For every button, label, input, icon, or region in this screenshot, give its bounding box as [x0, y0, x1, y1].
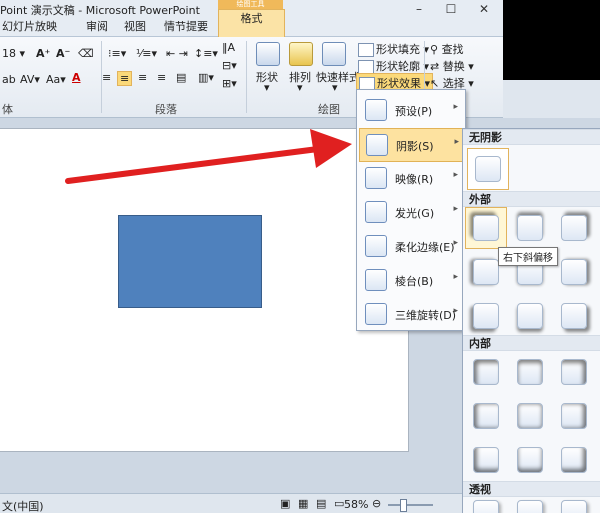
outer-shadow-option[interactable] — [473, 215, 499, 241]
outer-shadow-option[interactable] — [561, 303, 587, 329]
effect-preview-icon — [365, 201, 387, 223]
effects-menu-item-label: 柔化边缘(E) — [395, 241, 455, 254]
outer-shadow-option[interactable] — [473, 259, 499, 285]
inner-shadow-option[interactable] — [561, 359, 587, 385]
effects-menu-item-preset[interactable]: 预设(P) ▸ — [359, 94, 463, 126]
sorter-view-icon[interactable]: ▦ — [298, 497, 308, 510]
reading-view-icon[interactable]: ▤ — [316, 497, 326, 510]
effect-preview-icon — [365, 167, 387, 189]
effect-preview-icon — [365, 99, 387, 121]
chevron-right-icon: ▸ — [453, 170, 458, 180]
shadow-gallery: 无阴影 外部 内部 透视 — [462, 128, 600, 513]
gallery-heading: 透视 — [463, 481, 600, 497]
outer-shadow-option[interactable] — [517, 303, 543, 329]
outer-shadow-option[interactable] — [561, 215, 587, 241]
inner-shadow-option[interactable] — [473, 447, 499, 473]
outer-shadow-option[interactable] — [561, 259, 587, 285]
perspective-shadow-option[interactable] — [517, 500, 543, 513]
effects-menu-item-label: 三维旋转(D) — [395, 309, 457, 322]
zoom-level[interactable]: 58% — [344, 498, 368, 511]
gallery-heading: 无阴影 — [463, 129, 600, 145]
effects-menu-item-glow[interactable]: 发光(G) ▸ — [359, 196, 463, 228]
effects-menu-item-label: 映像(R) — [395, 173, 434, 186]
chevron-right-icon: ▸ — [453, 102, 458, 112]
shadow-tooltip: 右下斜偏移 — [498, 247, 558, 266]
outer-shadow-option[interactable] — [517, 215, 543, 241]
chevron-right-icon: ▸ — [453, 272, 458, 282]
effect-preview-icon — [365, 235, 387, 257]
effects-menu-item-label: 预设(P) — [395, 105, 433, 118]
shape-effects-menu: 预设(P) ▸ 阴影(S) ▸ 映像(R) ▸ 发光(G) ▸ 柔化边缘(E) ▸ 棱台(B) ▸ 三维… — [356, 89, 466, 331]
powerpoint-window: Point 演示文稿 - Microsoft PowerPoint – ☐ ✕ … — [0, 0, 600, 513]
zoom-slider-thumb[interactable] — [400, 499, 407, 512]
gallery-heading: 内部 — [463, 335, 600, 351]
inner-shadow-option[interactable] — [517, 403, 543, 429]
effects-menu-item-reflection[interactable]: 映像(R) ▸ — [359, 162, 463, 194]
inner-shadow-option[interactable] — [517, 447, 543, 473]
chevron-right-icon: ▸ — [453, 306, 458, 316]
effects-menu-item-shadow[interactable]: 阴影(S) ▸ — [359, 128, 465, 162]
chevron-right-icon: ▸ — [454, 137, 459, 147]
zoom-out-icon[interactable]: ⊖ — [372, 497, 381, 510]
effects-menu-item-3d-rotation[interactable]: 三维旋转(D) ▸ — [359, 298, 463, 330]
effects-menu-item-label: 发光(G) — [395, 207, 435, 220]
normal-view-icon[interactable]: ▣ — [280, 497, 290, 510]
inner-shadow-option[interactable] — [561, 447, 587, 473]
inner-shadow-option[interactable] — [517, 359, 543, 385]
perspective-shadow-option[interactable] — [473, 500, 499, 513]
slideshow-view-icon[interactable]: ▭ — [334, 497, 344, 510]
effect-preview-icon — [366, 134, 388, 156]
effects-menu-item-label: 棱台(B) — [395, 275, 434, 288]
perspective-shadow-option[interactable] — [561, 500, 587, 513]
inner-shadow-option[interactable] — [473, 403, 499, 429]
no-shadow-cell[interactable] — [475, 156, 501, 182]
inner-shadow-option[interactable] — [473, 359, 499, 385]
gallery-heading: 外部 — [463, 191, 600, 207]
language-status[interactable]: 文(中国) — [2, 498, 44, 513]
zoom-slider[interactable] — [388, 504, 433, 506]
chevron-right-icon: ▸ — [453, 204, 458, 214]
outer-shadow-option[interactable] — [473, 303, 499, 329]
effects-menu-item-soft-edges[interactable]: 柔化边缘(E) ▸ — [359, 230, 463, 262]
effects-menu-item-bevel[interactable]: 棱台(B) ▸ — [359, 264, 463, 296]
effects-menu-item-label: 阴影(S) — [396, 140, 434, 153]
inner-shadow-option[interactable] — [561, 403, 587, 429]
effect-preview-icon — [365, 269, 387, 291]
chevron-right-icon: ▸ — [453, 238, 458, 248]
effect-preview-icon — [365, 303, 387, 325]
